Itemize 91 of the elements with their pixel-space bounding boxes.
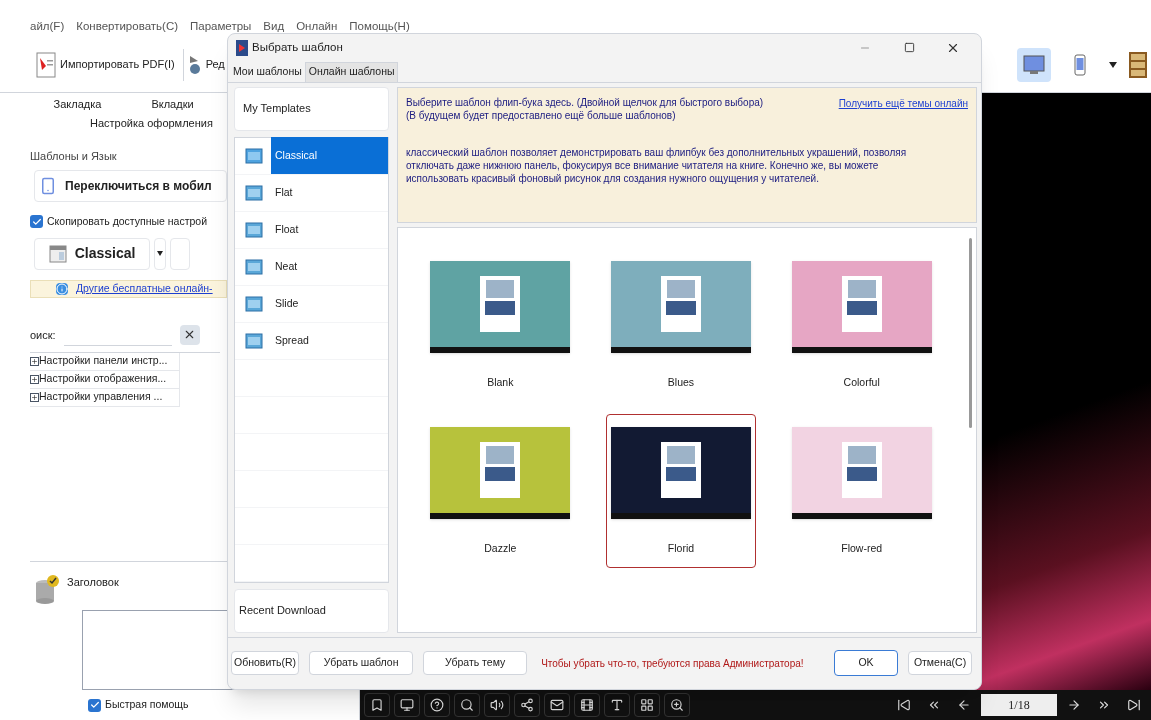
menu-item[interactable]: Параметры — [190, 18, 252, 36]
category-item[interactable]: Neat — [235, 248, 388, 286]
checkbox[interactable] — [88, 698, 101, 712]
zoom-in-icon[interactable] — [664, 693, 690, 717]
remove-theme-button[interactable]: Убрать тему — [423, 651, 528, 676]
import-pdf-button[interactable]: Импортировать PDF(I) — [32, 51, 179, 78]
menu-item[interactable]: Вид — [263, 18, 285, 36]
tree-item[interactable]: Настройки управления ... — [39, 389, 163, 406]
monitor-icon[interactable] — [394, 693, 420, 717]
refresh-button[interactable]: Обновить(R) — [231, 651, 300, 676]
mail-icon[interactable] — [544, 693, 570, 717]
search-label: оиск: — [30, 327, 56, 343]
menu-item[interactable]: Конвертировать(C) — [76, 18, 178, 36]
template-card[interactable]: Dazzle — [425, 413, 576, 568]
template-name: Florid — [667, 540, 695, 556]
checkbox-label: Скопировать доступные настрой — [47, 214, 208, 229]
search-icon[interactable] — [454, 693, 480, 717]
tree-item[interactable]: Настройки панели инстр... — [39, 353, 168, 370]
admin-warning: Чтобы убрать что-то, требуются права Администратора! — [541, 656, 804, 671]
template-card[interactable]: Colorful — [786, 247, 937, 402]
template-button-background — [170, 237, 190, 270]
expand-icon[interactable] — [30, 374, 39, 384]
template-card[interactable]: Florid — [606, 413, 756, 568]
my-templates-header: My Templates — [234, 86, 389, 131]
text-icon[interactable] — [604, 693, 630, 717]
template-icon — [245, 257, 263, 276]
panel-subtitle: Настройка оформления — [89, 116, 214, 131]
template-card[interactable]: Blues — [606, 247, 756, 402]
desktop-view-button[interactable] — [1017, 47, 1051, 82]
template-button[interactable]: Classical — [34, 237, 150, 270]
pdf-file-icon — [36, 51, 56, 78]
online-themes-link[interactable]: Получить ещё темы онлайн — [838, 95, 968, 111]
ok-button[interactable]: OK — [834, 650, 898, 677]
expand-icon[interactable] — [30, 356, 39, 366]
app-logo-icon — [236, 39, 248, 56]
template-card[interactable]: Blank — [425, 247, 576, 402]
online-templates-link[interactable]: Другие бесплатные онлайн- — [76, 280, 213, 297]
panel-tab[interactable]: Закладка — [30, 95, 125, 113]
help-icon[interactable] — [424, 693, 450, 717]
template-icon — [245, 220, 263, 239]
expand-icon[interactable] — [30, 392, 39, 402]
template-icon — [245, 331, 263, 350]
category-item[interactable]: Slide — [235, 285, 388, 323]
share-icon[interactable] — [514, 693, 540, 717]
menu-item[interactable]: Помощь(Н) — [349, 18, 410, 36]
hint-text: Выберите шаблон флип-бука здесь. (Двойной щелчок для быстрого выбора) (В будущем будет предоставлено ещё больше шаблонов) — [406, 95, 765, 122]
speaker-icon[interactable] — [484, 693, 510, 717]
checkbox[interactable] — [30, 215, 43, 229]
recent-download-header[interactable]: Recent Download — [234, 588, 389, 633]
caret-icon[interactable] — [1109, 61, 1117, 68]
tree-item[interactable]: Настройки отображения... — [39, 371, 167, 388]
menu-item[interactable]: айл(F) — [30, 18, 65, 36]
template-icon — [245, 294, 263, 313]
remove-template-button[interactable]: Убрать шаблон — [309, 651, 414, 676]
dropdown-button[interactable] — [154, 237, 166, 270]
phone-icon — [39, 177, 57, 195]
template-name: Blues — [667, 374, 695, 390]
info-icon — [56, 282, 68, 295]
caption-label: Заголовок — [67, 575, 119, 590]
bookmark-icon[interactable] — [364, 693, 390, 717]
film-icon[interactable] — [574, 693, 600, 717]
cancel-button[interactable]: Отмена(C) — [908, 651, 972, 676]
menu-item[interactable]: Онлайн — [296, 18, 338, 36]
category-item[interactable]: Flat — [235, 174, 388, 212]
category-item[interactable]: Float — [235, 211, 388, 249]
bookshelf-icon[interactable] — [1129, 51, 1147, 78]
template-card[interactable]: Flow-red — [786, 413, 937, 568]
template-description: классический шаблон позволяет демонстрировать ваш флипбук без дополнительных украшений, позволяя отключать даже нижнюю панель, фокусируя все внимание читателя на книге. Конечно же, вы можете использовать красивый фоновый рисунок для создания нужного ощущения у читателей. — [406, 145, 908, 185]
checkbox-label: Быстрая помощь — [105, 697, 189, 713]
group-label: Шаблоны и Язык — [30, 148, 117, 164]
panel-tab[interactable]: Вкладки — [125, 95, 220, 113]
grid-icon[interactable] — [634, 693, 660, 717]
template-name: Dazzle — [484, 540, 517, 556]
template-name: Flow-red — [841, 540, 883, 556]
page-number-field[interactable]: 1/18 — [981, 694, 1057, 716]
clear-button[interactable] — [179, 324, 200, 345]
phone-icon — [1074, 53, 1086, 76]
layout-icon — [48, 244, 67, 263]
template-name: Colorful — [843, 374, 880, 390]
edit-button[interactable]: Ред — [187, 54, 225, 75]
scrollbar-thumb[interactable] — [968, 237, 972, 428]
mobile-switch-button[interactable]: Переключиться в мобил — [34, 170, 227, 202]
dialog-tab[interactable]: Онлайн шаблоны — [304, 61, 399, 82]
template-icon — [245, 146, 263, 165]
template-name: Blank — [487, 374, 514, 390]
category-item[interactable]: Spread — [235, 322, 388, 360]
monitor-icon — [1023, 54, 1045, 75]
database-check-icon — [35, 574, 59, 604]
window-title: Выбрать шаблон — [252, 40, 343, 56]
template-icon — [245, 183, 263, 202]
caret-icon — [157, 251, 163, 257]
